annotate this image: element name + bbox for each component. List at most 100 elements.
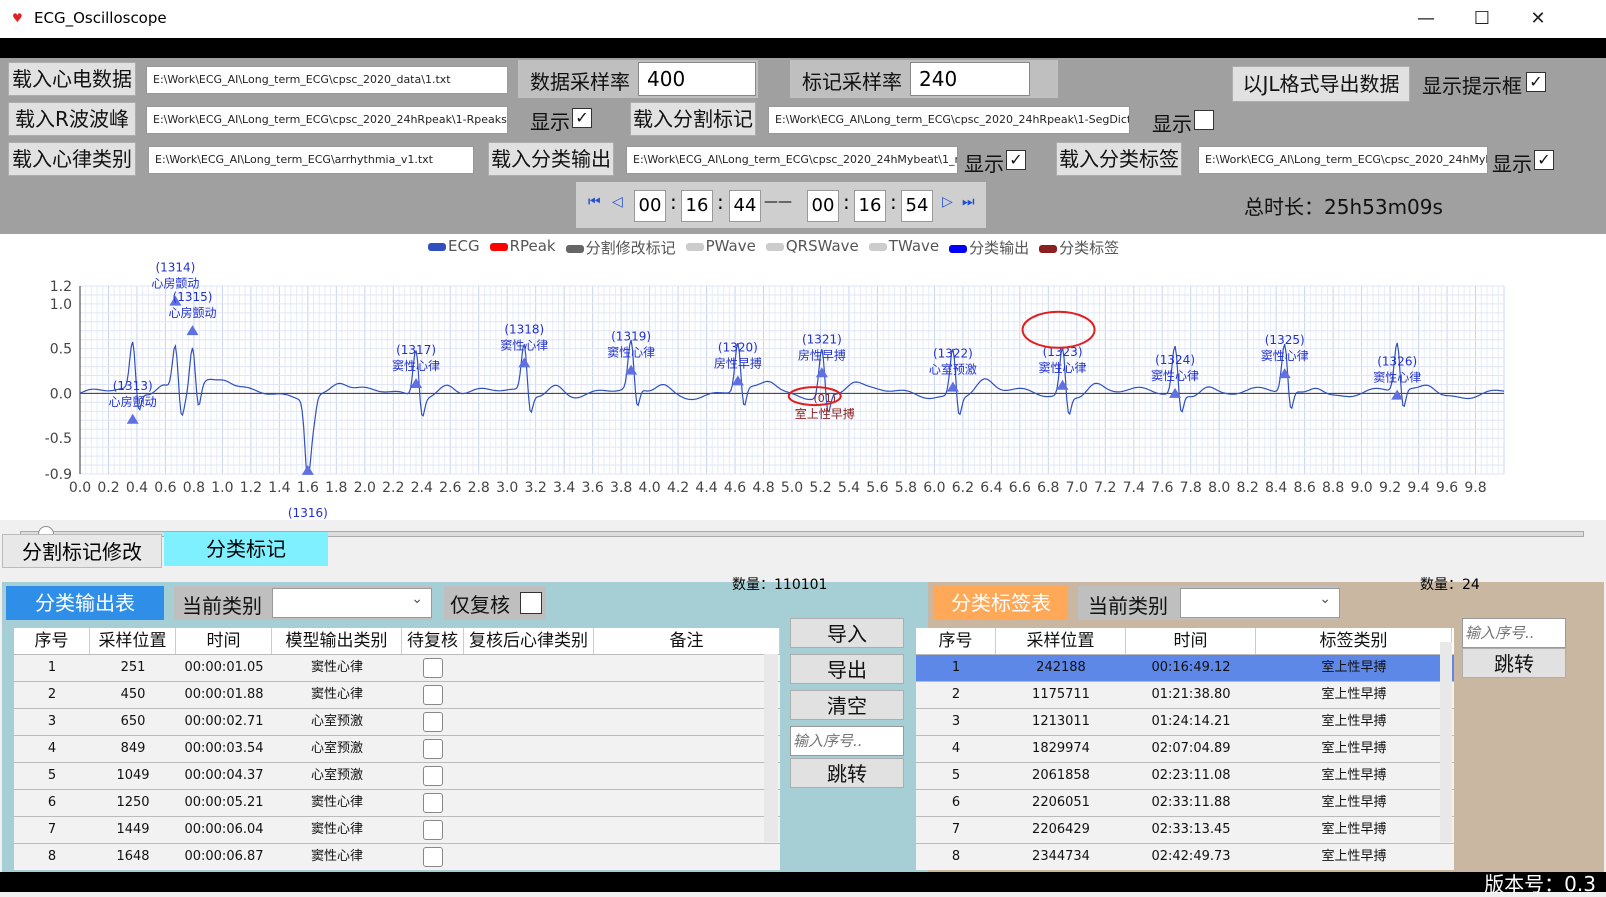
column-header[interactable]: 模型输出类别 <box>272 628 402 654</box>
x-tick-label: 9.6 <box>1436 480 1458 496</box>
table-cell: 02:23:11.08 <box>1151 768 1231 783</box>
ecg-path-field[interactable]: E:\Work\ECG_AI\Long_term_ECG\cpsc_2020_d… <box>146 66 508 94</box>
column-header[interactable]: 采样位置 <box>90 628 176 654</box>
output-jump-button[interactable]: 跳转 <box>790 758 904 788</box>
first-page-icon[interactable]: ⏮ <box>588 194 601 210</box>
x-tick-label: 3.2 <box>525 480 547 496</box>
column-header[interactable]: 序号 <box>916 628 996 654</box>
load-ecg-button[interactable]: 载入心电数据 <box>8 62 136 96</box>
rpeak-show-checkbox[interactable]: ✓ <box>572 108 592 128</box>
output-table-scrollbar[interactable] <box>764 654 778 842</box>
start-hour-field[interactable]: 00 <box>634 190 666 222</box>
column-header[interactable]: 待复核 <box>402 628 464 654</box>
colon: : <box>670 190 677 214</box>
label-table-scrollbar[interactable] <box>1440 642 1452 842</box>
tab-classification[interactable]: 分类标记 <box>164 532 328 566</box>
clear-button[interactable]: 清空 <box>790 690 904 720</box>
load-cls-out-button[interactable]: 载入分类输出 <box>488 142 614 176</box>
x-tick-label: 0.6 <box>154 480 176 496</box>
cls-label-path-field[interactable]: E:\Work\ECG_AI\Long_term_ECG\cpsc_2020_2… <box>1198 146 1488 174</box>
column-header[interactable]: 标签类别 <box>1256 628 1452 654</box>
end-second-field[interactable]: 54 <box>901 190 933 222</box>
table-row[interactable]: 8 1648 00:00:06.87 窦性心律 <box>14 844 780 870</box>
table-row[interactable]: 2 450 00:00:01.88 窦性心律 <box>14 682 780 709</box>
column-header[interactable]: 序号 <box>14 628 90 654</box>
review-checkbox[interactable] <box>423 711 443 732</box>
table-row[interactable]: 2 1175711 01:21:38.80 室上性早搏 <box>916 682 1454 709</box>
table-row[interactable]: 3 1213011 01:24:14.21 室上性早搏 <box>916 709 1454 736</box>
x-tick-label: 1.4 <box>268 480 290 496</box>
table-row[interactable]: 8 2344734 02:42:49.73 室上性早搏 <box>916 844 1454 870</box>
review-checkbox[interactable] <box>423 765 443 786</box>
output-table-header: 序号 采样位置 时间 模型输出类别 待复核 复核后心律类别 备注 <box>14 628 780 655</box>
start-minute-field[interactable]: 16 <box>681 190 713 222</box>
seg-path-field[interactable]: E:\Work\ECG_AI\Long_term_ECG\cpsc_2020_2… <box>768 106 1130 134</box>
review-checkbox[interactable] <box>423 657 443 678</box>
review-checkbox[interactable] <box>423 684 443 705</box>
column-header[interactable]: 采样位置 <box>996 628 1126 654</box>
table-row[interactable]: 1 251 00:00:01.05 窦性心律 <box>14 655 780 682</box>
next-icon[interactable]: ▷ <box>942 194 953 210</box>
start-second-field[interactable]: 44 <box>729 190 761 222</box>
rpeak-path-field[interactable]: E:\Work\ECG_AI\Long_term_ECG\cpsc_2020_2… <box>146 106 508 134</box>
sample-rate-input[interactable]: 400 <box>638 62 756 96</box>
close-button[interactable]: ✕ <box>1510 0 1566 38</box>
maximize-button[interactable]: ☐ <box>1454 0 1510 38</box>
load-cls-label-button[interactable]: 载入分类标签 <box>1056 142 1182 176</box>
column-header[interactable]: 时间 <box>176 628 272 654</box>
load-seg-button[interactable]: 载入分割标记 <box>630 102 756 136</box>
table-cell <box>402 763 464 789</box>
x-tick-label: 8.6 <box>1294 480 1316 496</box>
import-button[interactable]: 导入 <box>790 618 904 648</box>
review-checkbox[interactable] <box>423 738 443 759</box>
tab-segment-edit[interactable]: 分割标记修改 <box>2 534 162 568</box>
table-cell <box>594 790 780 816</box>
label-jump-button[interactable]: 跳转 <box>1462 648 1566 678</box>
column-header[interactable]: 复核后心律类别 <box>464 628 594 654</box>
cls-label-show-checkbox[interactable]: ✓ <box>1534 150 1554 170</box>
review-checkbox[interactable] <box>423 846 443 867</box>
table-row[interactable]: 5 1049 00:00:04.37 心室预激 <box>14 763 780 790</box>
table-row[interactable]: 3 650 00:00:02.71 心室预激 <box>14 709 780 736</box>
export-jl-button[interactable]: 以JL格式导出数据 <box>1232 66 1410 102</box>
current-class-select[interactable] <box>272 588 432 618</box>
x-tick-label: 4.6 <box>724 480 746 496</box>
rhythm-path-field[interactable]: E:\Work\ECG_AI\Long_term_ECG\arrhythmia_… <box>148 146 474 174</box>
mark-rate-input[interactable]: 240 <box>910 62 1030 96</box>
review-checkbox[interactable] <box>423 792 443 813</box>
export-button[interactable]: 导出 <box>790 654 904 684</box>
table-row[interactable]: 7 1449 00:00:06.04 窦性心律 <box>14 817 780 844</box>
end-minute-field[interactable]: 16 <box>854 190 886 222</box>
seg-show-checkbox[interactable] <box>1194 110 1214 130</box>
column-header[interactable]: 时间 <box>1126 628 1256 654</box>
minimize-button[interactable]: — <box>1398 0 1454 38</box>
table-row[interactable]: 4 849 00:00:03.54 心室预激 <box>14 736 780 763</box>
table-row[interactable]: 5 2061858 02:23:11.08 室上性早搏 <box>916 763 1454 790</box>
label-jump-input[interactable] <box>1462 618 1566 648</box>
table-row[interactable]: 4 1829974 02:07:04.89 室上性早搏 <box>916 736 1454 763</box>
review-checkbox[interactable] <box>423 819 443 840</box>
output-jump-input[interactable] <box>790 726 904 756</box>
table-cell: 00:00:03.54 <box>184 741 264 756</box>
show-tips-checkbox[interactable]: ✓ <box>1526 72 1546 92</box>
rpeak-show-label: 显示 <box>530 110 570 134</box>
cls-out-show-checkbox[interactable]: ✓ <box>1006 150 1026 170</box>
x-tick-label: 7.6 <box>1151 480 1173 496</box>
label-class-select[interactable] <box>1180 588 1340 618</box>
load-rhythm-button[interactable]: 载入心律类别 <box>8 142 136 176</box>
load-rpeak-button[interactable]: 载入R波波峰 <box>8 102 136 136</box>
cls-out-path-field[interactable]: E:\Work\ECG_AI\Long_term_ECG\cpsc_2020_2… <box>626 146 958 174</box>
review-only-checkbox[interactable] <box>520 592 542 614</box>
prev-icon[interactable]: ◁ <box>612 194 623 210</box>
last-page-icon[interactable]: ⏭ <box>962 194 975 210</box>
ecg-chart[interactable]: 0.0 0.2 0.4 0.6 0.8 1.0 1.2 1.4 1.6 1.8 2.0 2.2 2.4 2… <box>0 234 1606 520</box>
table-row[interactable]: 6 1250 00:00:05.21 窦性心律 <box>14 790 780 817</box>
end-hour-field[interactable]: 00 <box>807 190 839 222</box>
beat-class-label: 心房颤动 <box>109 394 157 409</box>
table-row[interactable]: 7 2206429 02:33:13.45 室上性早搏 <box>916 817 1454 844</box>
x-tick-label: 2.4 <box>411 480 433 496</box>
beat-marker <box>301 464 314 475</box>
table-row[interactable]: 6 2206051 02:33:11.88 室上性早搏 <box>916 790 1454 817</box>
column-header[interactable]: 备注 <box>594 628 780 654</box>
table-row[interactable]: 1 242188 00:16:49.12 室上性早搏 <box>916 655 1454 682</box>
